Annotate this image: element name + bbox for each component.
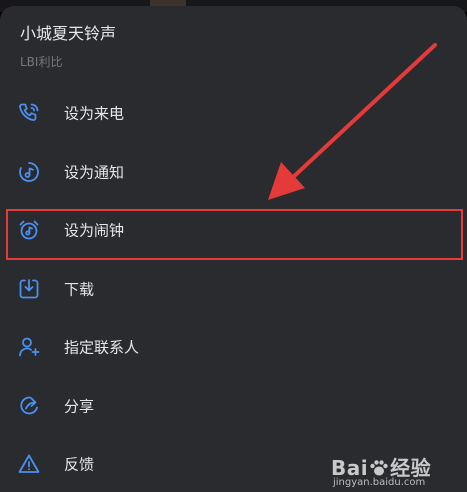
share-icon	[17, 394, 41, 418]
menu-item-share[interactable]: 分享	[0, 377, 467, 436]
menu-item-label: 设为通知	[64, 163, 125, 182]
screen: 小城夏天铃声 LBI利比 设为来电 设为通知 设为闹钟 下载 指定联系人 分享 …	[0, 0, 467, 492]
menu-item-label: 指定联系人	[64, 338, 140, 357]
paw-icon	[368, 458, 390, 476]
watermark-url: jingyan.baidu.com	[333, 477, 426, 488]
music-note-icon	[17, 160, 41, 184]
phone-icon	[17, 101, 41, 125]
menu-item-label: 下载	[64, 280, 95, 299]
menu-item-label: 反馈	[64, 455, 95, 474]
menu-item-label: 设为闹钟	[64, 221, 125, 240]
baidu-jingyan-watermark: Bai 经验 jingyan.baidu.com	[329, 452, 459, 490]
menu-item-download[interactable]: 下载	[0, 260, 467, 319]
alarm-clock-icon	[17, 218, 41, 242]
download-icon	[17, 277, 41, 301]
add-contact-icon	[17, 335, 41, 359]
menu-item-assign-contact[interactable]: 指定联系人	[0, 318, 467, 377]
song-title: 小城夏天铃声	[20, 24, 117, 43]
menu-item-label: 设为来电	[64, 104, 125, 123]
warning-icon	[17, 452, 41, 476]
menu-item-set-notification[interactable]: 设为通知	[0, 143, 467, 202]
ringtone-options-sheet: 小城夏天铃声 LBI利比 设为来电 设为通知 设为闹钟 下载 指定联系人 分享 …	[0, 6, 467, 492]
menu-item-set-alarm[interactable]: 设为闹钟	[0, 201, 467, 260]
song-artist: LBI利比	[20, 55, 63, 69]
options-menu: 设为来电 设为通知 设为闹钟 下载 指定联系人 分享 反馈	[0, 84, 467, 492]
menu-item-label: 分享	[64, 397, 95, 416]
menu-item-set-ringtone[interactable]: 设为来电	[0, 84, 467, 143]
